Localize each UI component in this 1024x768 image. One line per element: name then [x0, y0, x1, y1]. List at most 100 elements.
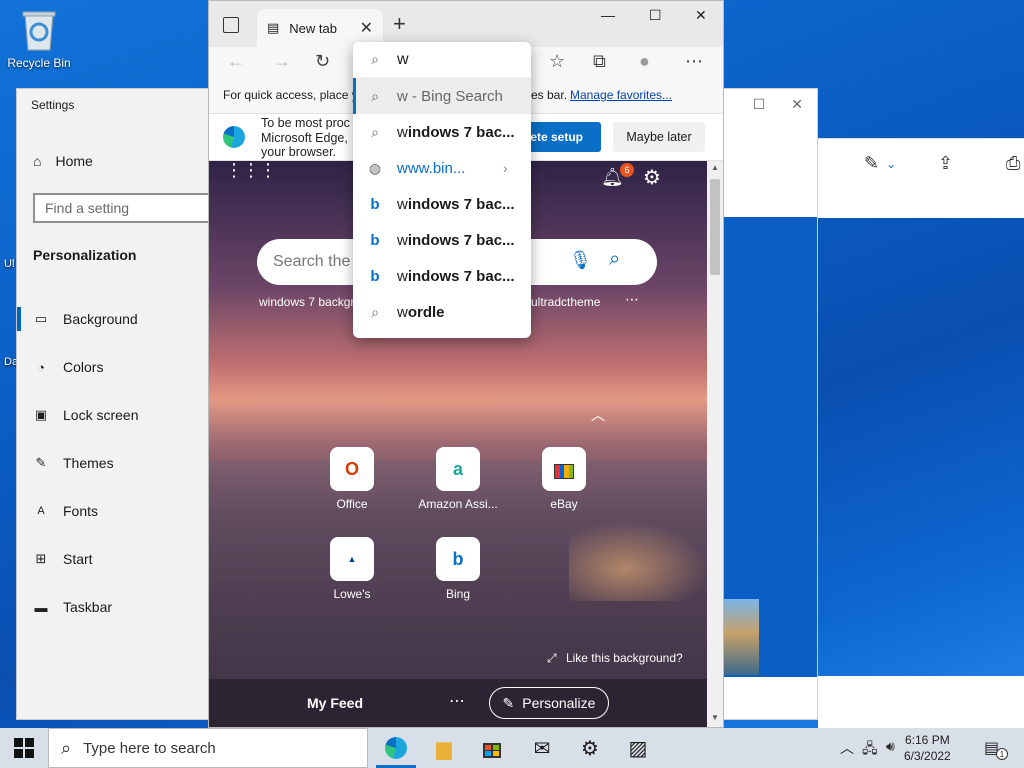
close-icon[interactable]: ✕ [791, 96, 803, 113]
maybe-later-button[interactable]: Maybe later [613, 122, 705, 152]
find-setting-input[interactable]: Find a setting [33, 193, 223, 223]
my-feed-tab[interactable]: My Feed [307, 695, 363, 711]
like-background-link[interactable]: ⤢ Like this background? [547, 651, 683, 666]
clock[interactable]: 6:16 PM 6/3/2022 [904, 732, 951, 764]
nav-label: Start [63, 551, 93, 567]
new-tab-button[interactable]: + [393, 11, 406, 37]
share-icon[interactable]: ⇪ [938, 153, 953, 174]
favorites-star-icon[interactable]: ☆ [549, 51, 565, 72]
tile-label: Lowe's [333, 587, 371, 601]
scrollbar-thumb[interactable] [710, 179, 720, 275]
suggestion-item[interactable]: ⌕ wordle [353, 294, 531, 330]
address-bar-dropdown: ⌕ w ⌕ w - Bing Search ⌕ windows 7 bac...… [353, 42, 531, 338]
notification-badge: 1 [996, 748, 1008, 760]
chevron-up-icon[interactable]: ︿ [591, 405, 605, 425]
edge-taskbar-icon[interactable] [376, 734, 416, 768]
setup-message: To be most proc Microsoft Edge, your bro… [261, 116, 361, 160]
suggestion-text: windows 7 bac... [397, 267, 515, 285]
quick-link[interactable]: windows 7 backgr [259, 295, 354, 309]
scroll-down-icon[interactable]: ▼ [711, 713, 719, 722]
setup-message-line: your browser. [261, 145, 337, 159]
expand-icon: ⤢ [547, 651, 557, 665]
lock-screen-icon: ▣ [34, 407, 48, 422]
search-icon: ⌕ [371, 303, 379, 320]
nav-label: Colors [63, 359, 104, 375]
tile-label: Office [336, 497, 368, 511]
app-launcher-icon[interactable]: ⋮⋮⋮ [225, 161, 277, 179]
manage-favorites-link[interactable]: Manage favorites... [570, 88, 672, 102]
chevron-right-icon[interactable]: › [503, 160, 508, 176]
suggestion-item[interactable]: b windows 7 bac... [353, 186, 531, 222]
suggestion-item[interactable]: ⌕ windows 7 bac... [353, 114, 531, 150]
quick-link[interactable]: ultradctheme [531, 295, 600, 309]
settings-window: Settings ⌂ Home Find a setting Personali… [16, 88, 223, 720]
address-bar-input[interactable]: ⌕ w [353, 42, 531, 78]
suggestion-item[interactable]: b windows 7 bac... [353, 222, 531, 258]
nav-item-background[interactable]: ▭ Background [17, 295, 217, 343]
personalize-button[interactable]: ✎ Personalize [489, 687, 609, 719]
network-icon[interactable]: 🖧︎ [862, 738, 878, 762]
feed-more-icon[interactable]: ⋯ [449, 691, 465, 711]
suggestion-text: windows 7 bac... [397, 123, 515, 141]
close-tab-icon[interactable]: ✕ [360, 18, 373, 38]
nav-item-themes[interactable]: ✎ Themes [17, 439, 217, 487]
search-icon[interactable]: ⌕ [609, 248, 620, 271]
font-icon: A [37, 505, 45, 517]
scrollbar[interactable]: ▲ ▼ [707, 161, 723, 727]
forward-icon[interactable]: → [273, 51, 291, 72]
windows-logo-icon [14, 738, 23, 747]
file-explorer-icon[interactable]: ▆ [430, 734, 458, 762]
pencil-icon: ✎ [502, 694, 515, 711]
suggestion-text: w - Bing Search [397, 87, 503, 105]
tile-amazon-assistant[interactable]: a Amazon Assi... [413, 447, 503, 511]
collections-icon[interactable]: ⧉ [593, 51, 606, 72]
suggestion-item[interactable]: ⌕ w - Bing Search [353, 78, 531, 114]
more-icon[interactable]: ⋯ [685, 51, 703, 72]
chevron-up-icon[interactable]: ︿ [840, 738, 854, 758]
photos-icon[interactable]: ▨ [624, 734, 652, 762]
palette-icon: ◔ [37, 359, 45, 375]
close-icon[interactable]: ✕ [695, 7, 707, 24]
profile-icon[interactable]: ● [639, 51, 650, 72]
home-link[interactable]: ⌂ Home [33, 153, 93, 169]
more-links-icon[interactable]: ⋯ [625, 291, 639, 308]
nav-label: Background [63, 311, 138, 327]
start-button[interactable] [14, 738, 34, 758]
suggestion-item[interactable]: ◍ www.bin... › [353, 150, 531, 186]
suggestion-item[interactable]: b windows 7 bac... [353, 258, 531, 294]
time: 6:16 PM [905, 733, 950, 747]
gear-icon[interactable]: ⚙ [643, 165, 661, 190]
nav-item-start[interactable]: ⊞ Start [17, 535, 217, 583]
mail-icon[interactable]: ✉ [528, 734, 556, 762]
volume-icon[interactable]: 🔊︎ [886, 738, 895, 755]
maximize-icon[interactable]: ☐ [753, 96, 766, 113]
maximize-icon[interactable]: ☐ [649, 7, 662, 24]
search-icon: ⌕ [371, 87, 379, 104]
minimize-icon[interactable]: — [601, 7, 615, 23]
tile-ebay[interactable]: eBay [519, 447, 609, 511]
nav-item-taskbar[interactable]: ▬ Taskbar [17, 583, 217, 631]
draw-icon[interactable]: ✎ [864, 153, 879, 174]
print-icon[interactable]: ⎙ [1006, 153, 1020, 174]
store-icon[interactable] [478, 734, 506, 762]
tile-bing[interactable]: b Bing [413, 537, 503, 601]
tab-actions-icon[interactable] [223, 17, 239, 33]
tile-lowes[interactable]: ▲ Lowe's [307, 537, 397, 601]
nav-item-lock-screen[interactable]: ▣ Lock screen [17, 391, 217, 439]
nav-item-fonts[interactable]: A Fonts [17, 487, 217, 535]
microphone-icon[interactable]: 🎙︎ [569, 250, 592, 271]
chevron-down-icon[interactable]: ⌄ [886, 157, 896, 171]
recycle-bin-label: Recycle Bin [7, 56, 71, 70]
tile-office[interactable]: O Office [307, 447, 397, 511]
settings-gear-icon[interactable]: ⚙ [576, 734, 604, 762]
nav-item-colors[interactable]: ◔ Colors [17, 343, 217, 391]
recycle-bin[interactable]: Recycle Bin [4, 6, 74, 70]
back-icon[interactable]: ← [227, 51, 245, 72]
refresh-icon[interactable]: ↻ [315, 51, 330, 72]
suggestion-text: wordle [397, 303, 445, 321]
taskbar-search-box[interactable]: ⌕ Type here to search [48, 728, 368, 768]
scroll-up-icon[interactable]: ▲ [711, 163, 719, 172]
brush-icon: ✎ [35, 455, 47, 470]
tile-label: eBay [550, 497, 578, 511]
background-window-panel [818, 676, 1024, 728]
